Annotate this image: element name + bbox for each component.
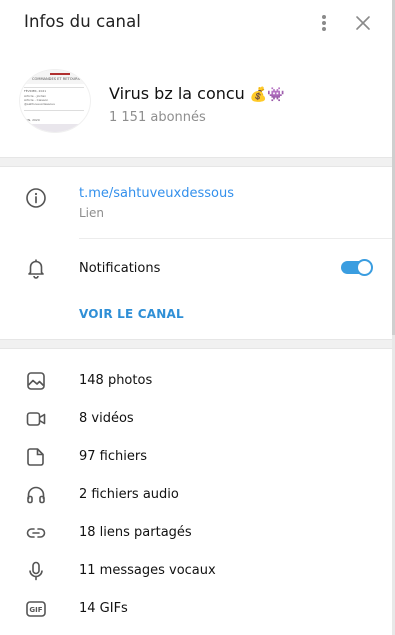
channel-name-text: Virus bz la concu xyxy=(109,84,245,103)
media-row-photos[interactable]: 148 photos xyxy=(0,362,392,400)
microphone-icon xyxy=(24,559,48,583)
notifications-label: Notifications xyxy=(79,261,161,276)
avatar-line: JUIN, 2020 xyxy=(24,118,40,122)
media-row-files[interactable]: 97 fichiers xyxy=(0,438,392,476)
notifications-toggle[interactable] xyxy=(341,259,373,276)
media-count-label: 8 vidéos xyxy=(79,411,134,426)
headphones-icon xyxy=(24,483,48,507)
gif-icon: GIF xyxy=(24,597,48,621)
panel-title: Infos du canal xyxy=(24,12,141,31)
video-icon xyxy=(24,407,48,431)
close-icon[interactable] xyxy=(352,12,374,34)
section-divider xyxy=(0,339,392,349)
channel-name: Virus bz la concu 💰👾 xyxy=(109,84,285,103)
avatar-line: FÉVRIER, 2021 xyxy=(24,89,47,93)
channel-name-emojis: 💰👾 xyxy=(249,87,285,103)
media-row-voice[interactable]: 11 messages vocaux xyxy=(0,552,392,590)
section-divider xyxy=(0,157,392,167)
avatar-line: @sahtuveuxdessous xyxy=(24,102,55,106)
file-icon xyxy=(24,445,48,469)
photo-icon xyxy=(24,369,48,393)
view-channel-button[interactable]: VOIR LE CANAL xyxy=(79,307,184,321)
media-row-links[interactable]: 18 liens partagés xyxy=(0,514,392,552)
svg-text:GIF: GIF xyxy=(29,606,42,614)
media-count-label: 11 messages vocaux xyxy=(79,563,216,578)
avatar-heading: COMMANDES ET RETOURS xyxy=(32,77,80,81)
media-count-label: 2 fichiers audio xyxy=(79,487,179,502)
row-separator xyxy=(79,238,392,239)
link-label: Lien xyxy=(79,206,105,220)
media-count-label: 18 liens partagés xyxy=(79,525,192,540)
subscriber-count: 1 151 abonnés xyxy=(109,110,206,125)
link-icon xyxy=(24,521,48,545)
channel-avatar[interactable]: COMMANDES ET RETOURS FÉVRIER, 2021 Artic… xyxy=(19,69,91,133)
media-count-label: 97 fichiers xyxy=(79,449,147,464)
channel-info-panel: Infos du canal COMMANDES ET RETOURS FÉVR… xyxy=(0,0,392,635)
more-options-icon[interactable] xyxy=(316,12,332,34)
media-row-gifs[interactable]: GIF 14 GIFs xyxy=(0,590,392,628)
bell-icon xyxy=(24,256,48,280)
media-row-videos[interactable]: 8 vidéos xyxy=(0,400,392,438)
media-count-label: 148 photos xyxy=(79,373,153,388)
panel-header: Infos du canal xyxy=(0,0,392,46)
media-count-label: 14 GIFs xyxy=(79,601,128,616)
media-row-audio[interactable]: 2 fichiers audio xyxy=(0,476,392,514)
channel-link[interactable]: t.me/sahtuveuxdessous xyxy=(79,186,234,201)
info-icon xyxy=(24,186,48,210)
